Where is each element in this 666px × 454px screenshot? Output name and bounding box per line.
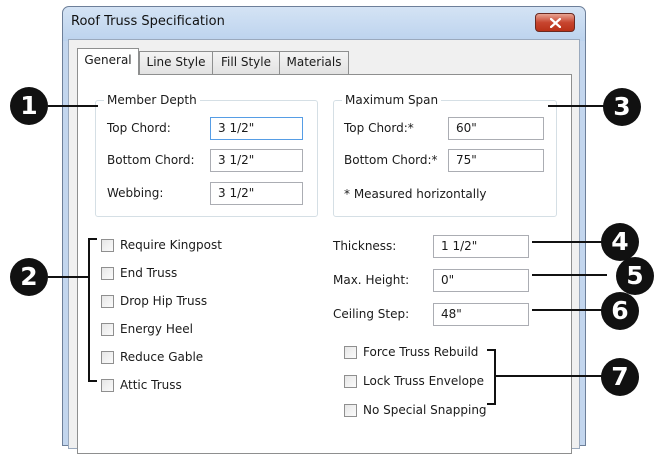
measured-horizontally-note: * Measured horizontally (344, 187, 487, 201)
max-height-label: Max. Height: (333, 273, 410, 287)
roof-truss-dialog: Roof Truss Specification General Line St… (62, 6, 586, 454)
checkbox-label: Reduce Gable (120, 350, 204, 364)
tab-line-style[interactable]: Line Style (139, 51, 213, 74)
callout-7-bracket (494, 349, 496, 405)
callout-4-line (532, 241, 602, 243)
webbing-depth-field[interactable]: 3 1/2" (210, 182, 303, 205)
checkbox-box[interactable] (344, 346, 357, 359)
member-depth-title: Member Depth (104, 93, 200, 107)
checkbox-label: Energy Heel (120, 322, 193, 336)
checkbox-label: Drop Hip Truss (120, 294, 208, 308)
tab-materials[interactable]: Materials (279, 51, 349, 74)
top-chord-span-field[interactable]: 60" (448, 117, 544, 140)
callout-7-line (494, 375, 604, 377)
thickness-field[interactable]: 1 1/2" (433, 235, 529, 258)
top-chord-span-label: Top Chord:* (344, 121, 414, 135)
maximum-span-title: Maximum Span (342, 93, 442, 107)
checkbox-box[interactable] (101, 295, 114, 308)
tab-general[interactable]: General (77, 48, 139, 75)
checkbox-label: No Special Snapping (363, 403, 487, 417)
callout-6-line (532, 309, 604, 311)
bottom-chord-depth-field[interactable]: 3 1/2" (210, 149, 303, 172)
callout-2-bracket (88, 238, 90, 382)
checkbox-box[interactable] (101, 267, 114, 280)
callout-2-line (48, 276, 89, 278)
callout-2-bracket-bottom (88, 380, 97, 382)
top-chord-depth-field[interactable]: 3 1/2" (210, 117, 303, 140)
callout-7: 7 (601, 358, 639, 396)
general-tab-panel: Member Depth Top Chord: 3 1/2" Bottom Ch… (77, 74, 572, 454)
callout-1-line (48, 105, 98, 107)
ceiling-step-field[interactable]: 48" (433, 303, 529, 326)
maximum-span-group: Maximum Span Top Chord:* 60" Bottom Chor… (333, 93, 557, 217)
checkbox-box[interactable] (101, 351, 114, 364)
callout-2-bracket-top (88, 238, 97, 240)
callout-3-line (548, 105, 608, 107)
callout-3: 3 (603, 88, 641, 126)
callout-6: 6 (601, 292, 639, 330)
checkbox-label: End Truss (120, 266, 178, 280)
max-height-field[interactable]: 0" (433, 269, 529, 292)
checkbox-box[interactable] (101, 379, 114, 392)
bottom-chord-span-field[interactable]: 75" (448, 149, 544, 172)
ceiling-step-label: Ceiling Step: (333, 307, 410, 321)
checkbox-label: Lock Truss Envelope (363, 374, 484, 388)
callout-5-line (532, 274, 607, 276)
callout-5: 5 (616, 257, 654, 295)
callout-7-bracket-top (487, 349, 496, 351)
close-x-icon (550, 18, 561, 28)
thickness-label: Thickness: (333, 239, 397, 253)
dialog-title: Roof Truss Specification (71, 14, 225, 29)
dialog-client-area: General Line Style Fill Style Materials … (68, 39, 580, 454)
tab-materials-label: Materials (286, 55, 342, 69)
checkbox-label: Force Truss Rebuild (363, 345, 479, 359)
callout-4: 4 (601, 223, 639, 261)
tab-general-label: General (84, 53, 132, 67)
member-depth-group: Member Depth Top Chord: 3 1/2" Bottom Ch… (95, 93, 318, 217)
checkbox-box[interactable] (101, 239, 114, 252)
callout-2: 2 (10, 258, 48, 296)
checkbox-label: Attic Truss (120, 378, 182, 392)
callout-1: 1 (10, 87, 48, 125)
tab-fill-style-label: Fill Style (221, 55, 271, 69)
bottom-chord-span-label: Bottom Chord:* (344, 153, 438, 167)
close-button[interactable] (535, 13, 575, 32)
callout-7-bracket-bottom (487, 403, 496, 405)
tab-fill-style[interactable]: Fill Style (212, 51, 280, 74)
tab-line-style-label: Line Style (146, 55, 206, 69)
top-chord-depth-label: Top Chord: (107, 121, 171, 135)
checkbox-box[interactable] (344, 404, 357, 417)
checkbox-box[interactable] (344, 375, 357, 388)
bottom-chord-depth-label: Bottom Chord: (107, 153, 195, 167)
checkbox-label: Require Kingpost (120, 238, 222, 252)
checkbox-box[interactable] (101, 323, 114, 336)
webbing-depth-label: Webbing: (107, 186, 164, 200)
